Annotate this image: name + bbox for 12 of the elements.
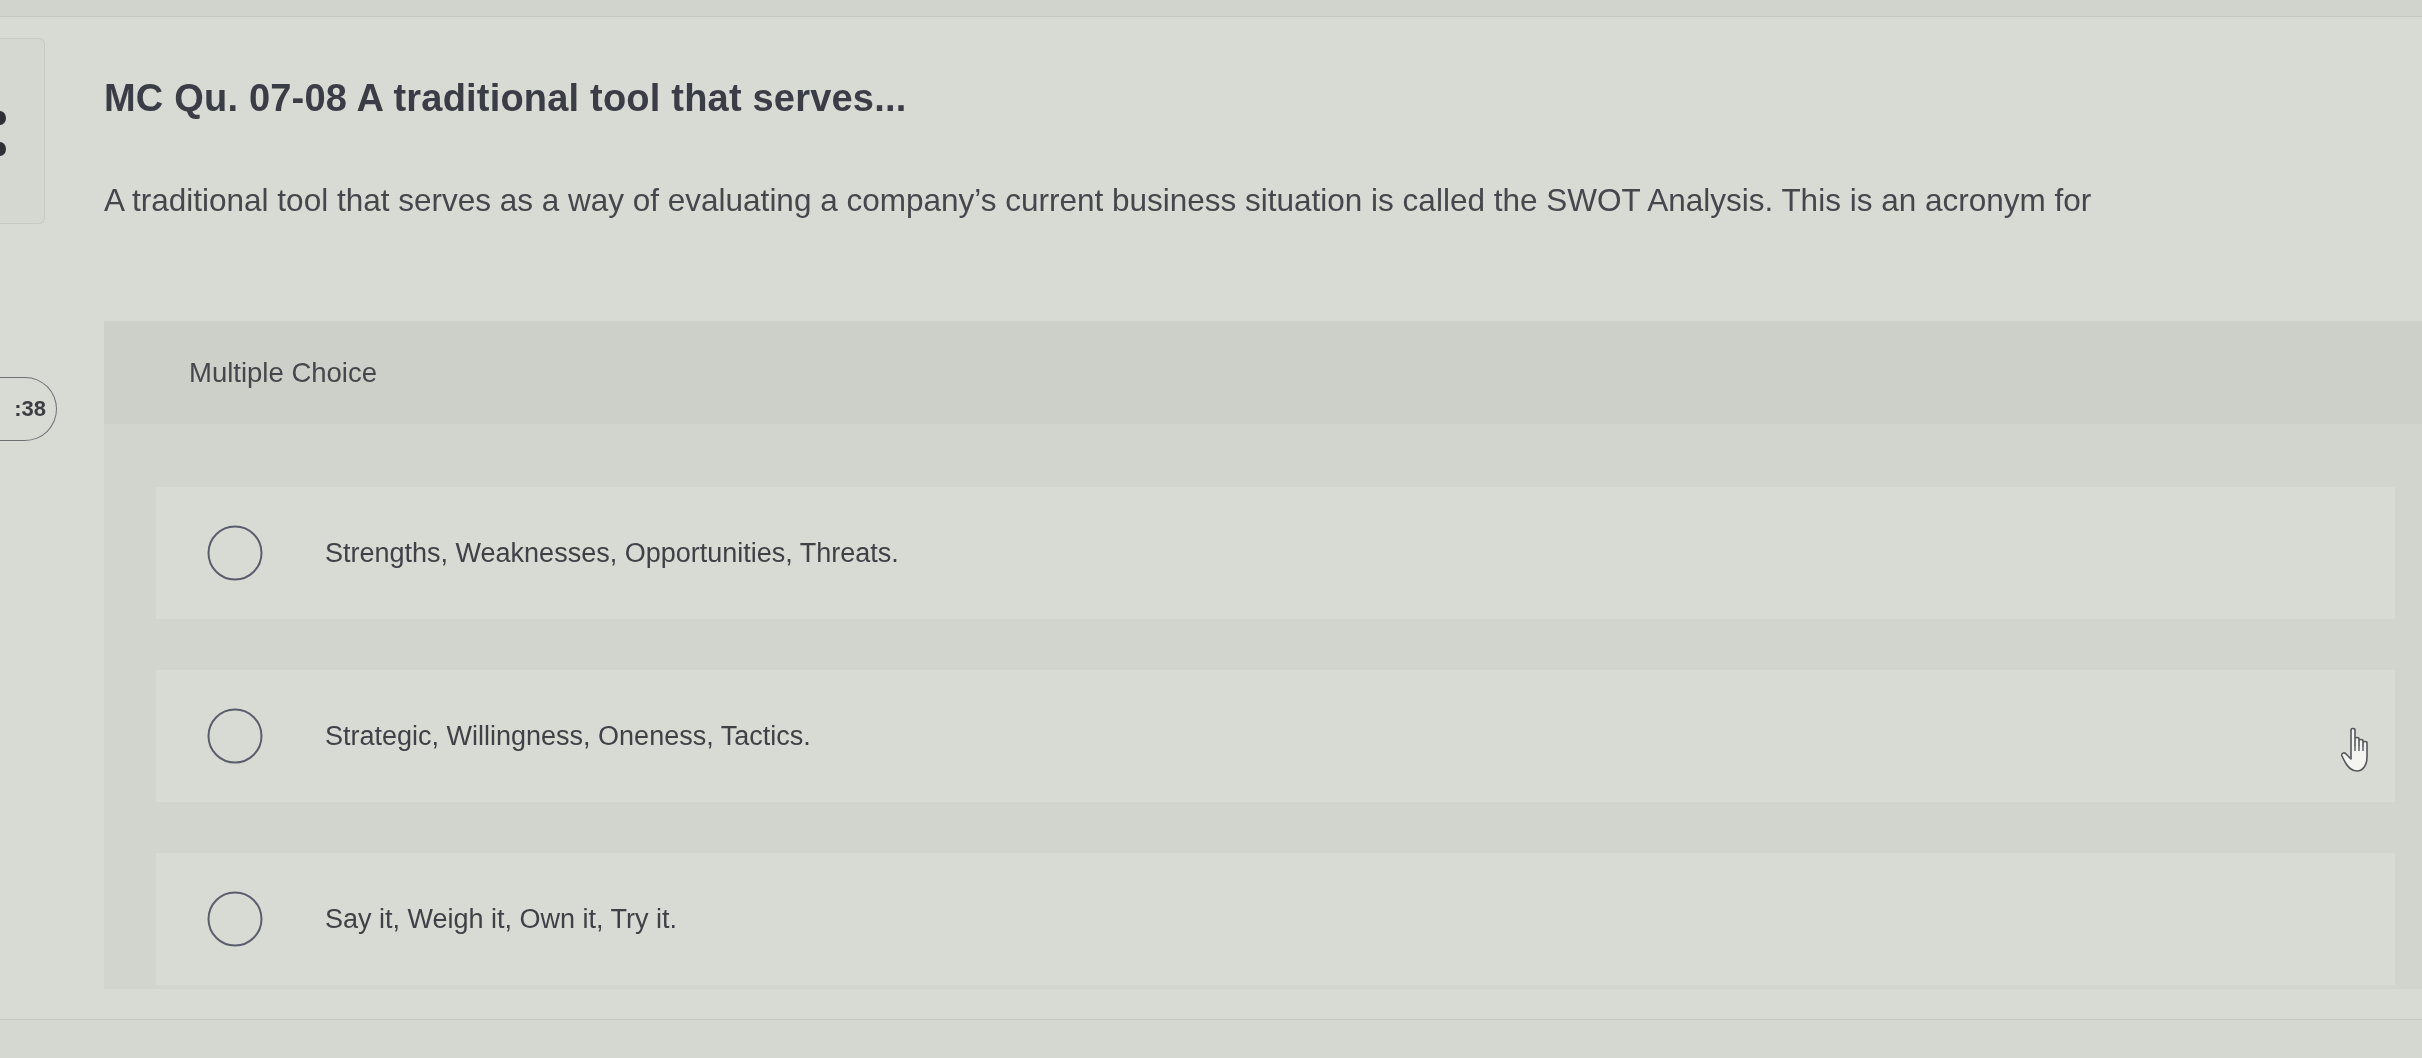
answer-option[interactable]: Say it, Weigh it, Own it, Try it. [156, 853, 2395, 985]
question-title: MC Qu. 07-08 A traditional tool that serves... [104, 76, 908, 121]
radio-button[interactable] [207, 525, 263, 581]
radio-button[interactable] [207, 891, 263, 947]
option-text: Strategic, Willingness, Oneness, Tactics. [325, 720, 811, 752]
radio-button[interactable] [207, 708, 263, 764]
option-text: Strengths, Weaknesses, Opportunities, Threats. [325, 537, 899, 569]
answer-option[interactable]: Strategic, Willingness, Oneness, Tactics. [156, 670, 2395, 802]
answer-option[interactable]: Strengths, Weaknesses, Opportunities, Threats. [156, 487, 2395, 619]
question-type-label: Multiple Choice [189, 356, 377, 389]
option-text: Say it, Weigh it, Own it, Try it. [325, 903, 678, 935]
question-text: A traditional tool that serves as a way of evaluating a company’s current business situation is called the SWOT Analysis. This is an acronym for [104, 181, 2093, 219]
